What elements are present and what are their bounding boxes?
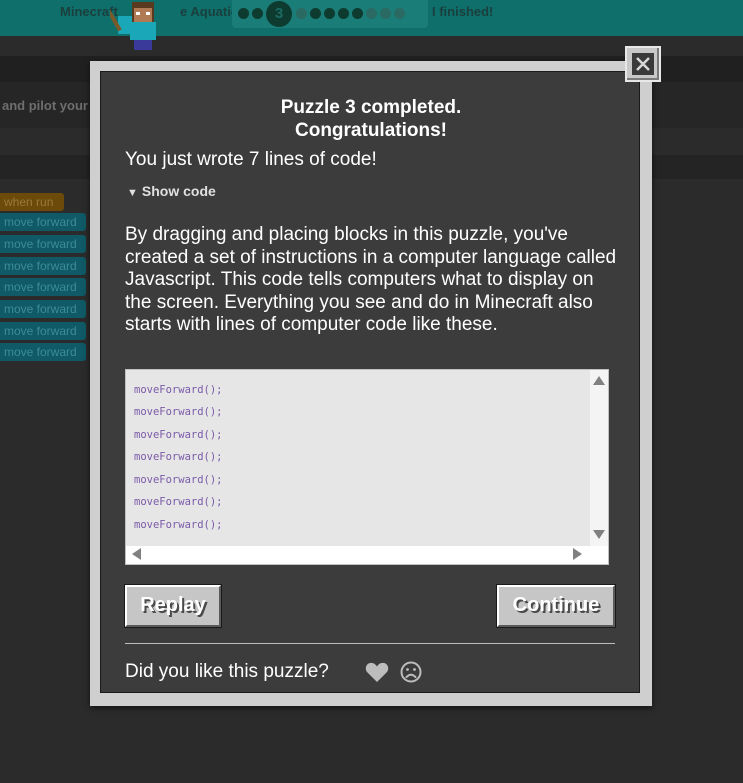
level-progress: 3 [232,0,428,28]
move-forward-block[interactable]: move forward [0,322,86,340]
feedback-question: Did you like this puzzle? [125,661,329,682]
close-icon [632,53,654,75]
level-dot[interactable] [238,8,249,19]
level-dot[interactable] [324,8,335,19]
when-run-block[interactable]: when run [0,193,64,211]
move-forward-block[interactable]: move forward [0,257,86,275]
move-forward-block[interactable]: move forward [0,300,86,318]
code-line: moveForward(); [134,429,223,441]
current-level-dot[interactable]: 3 [266,1,292,27]
show-code-toggle[interactable]: ▼ Show code [127,183,216,199]
javascript-explanation: By dragging and placing blocks in this p… [125,224,617,335]
move-forward-block[interactable]: move forward [0,235,86,253]
dialog-body: Puzzle 3 completed. Congratulations! You… [100,71,640,693]
frown-icon[interactable] [400,661,422,683]
move-forward-block[interactable]: move forward [0,343,86,361]
scroll-right-icon[interactable] [573,548,582,560]
code-line: moveForward(); [134,406,223,418]
code-area: moveForward(); moveForward(); moveForwar… [126,370,590,546]
code-viewer[interactable]: moveForward(); moveForward(); moveForwar… [125,369,609,565]
level-dot[interactable] [310,8,321,19]
scroll-up-icon[interactable] [593,376,605,385]
move-forward-block[interactable]: move forward [0,278,86,296]
vertical-scrollbar[interactable] [590,370,608,546]
puzzle-complete-dialog: Puzzle 3 completed. Congratulations! You… [90,61,652,706]
heart-icon[interactable] [365,661,389,683]
replay-button[interactable]: Replay [125,585,221,627]
level-dot[interactable] [296,8,307,19]
title-line-2: Congratulations! [295,120,447,141]
level-dot[interactable] [366,8,377,19]
code-line: moveForward(); [134,474,223,486]
level-dot[interactable] [352,8,363,19]
horizontal-scrollbar[interactable] [126,546,608,564]
scroll-left-icon[interactable] [132,548,141,560]
code-line: moveForward(); [134,519,223,531]
continue-button[interactable]: Continue [497,585,615,627]
code-line: moveForward(); [134,496,223,508]
divider [125,643,615,644]
steve-avatar [110,2,156,50]
dialog-title: Puzzle 3 completed. Congratulations! [101,96,641,142]
move-forward-block[interactable]: move forward [0,213,86,231]
instructions-text: and pilot your [2,98,88,113]
finished-link[interactable]: I finished! [432,4,493,19]
show-code-label: Show code [141,183,216,199]
code-line: moveForward(); [134,451,223,463]
level-dot[interactable] [394,8,405,19]
close-button[interactable] [625,46,661,82]
level-dot[interactable] [252,8,263,19]
level-dot[interactable] [380,8,391,19]
title-line-1: Puzzle 3 completed. [280,97,462,118]
level-dot[interactable] [338,8,349,19]
code-line: moveForward(); [134,384,223,396]
scroll-down-icon[interactable] [593,530,605,539]
lines-of-code-message: You just wrote 7 lines of code! [125,149,377,170]
triangle-down-icon: ▼ [127,187,138,199]
breadcrumb-level-group: e Aquatic [180,4,239,19]
